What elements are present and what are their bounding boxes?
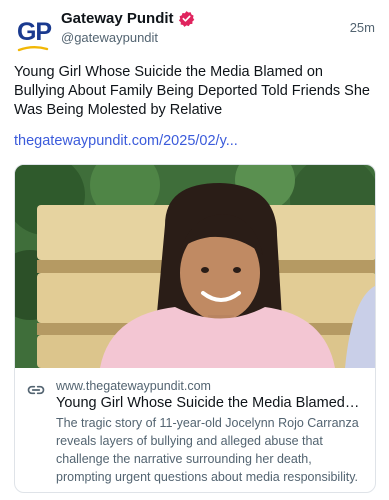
link-preview-card[interactable]: www.thegatewaypundit.com Young Girl Whos… <box>14 164 376 493</box>
post-link[interactable]: thegatewaypundit.com/2025/02/y... <box>14 133 238 149</box>
avatar-logo: GP <box>16 17 52 46</box>
timestamp[interactable]: 25m <box>350 20 375 35</box>
avatar[interactable]: GP <box>14 12 54 52</box>
post-text: Young Girl Whose Suicide the Media Blame… <box>14 64 370 118</box>
handle[interactable]: @gatewaypundit <box>61 30 158 45</box>
card-description: The tragic story of 11-year-old Jocelynn… <box>56 416 359 484</box>
post: GP Gateway Pundit @gatewaypundit 25m You… <box>0 0 389 500</box>
display-name-text: Gateway Pundit <box>61 10 174 27</box>
card-title[interactable]: Young Girl Whose Suicide the Media Blame… <box>56 394 362 413</box>
display-name[interactable]: Gateway Pundit <box>61 10 195 27</box>
link-icon <box>26 380 46 400</box>
verified-badge-icon <box>178 10 195 27</box>
card-domain: www.thegatewaypundit.com <box>56 379 211 393</box>
logo-swoosh-icon <box>17 46 49 52</box>
card-image[interactable] <box>15 165 375 368</box>
card-meta: www.thegatewaypundit.com Young Girl Whos… <box>15 368 375 492</box>
